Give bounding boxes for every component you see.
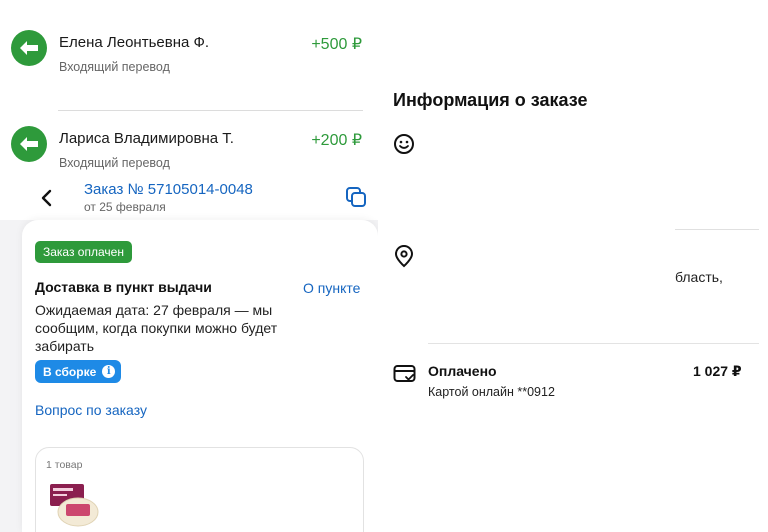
transfer-type: Входящий перевод xyxy=(59,60,170,74)
transfer-amount: +200 ₽ xyxy=(311,132,362,149)
transfer-row[interactable]: Елена Леонтьевна Ф. Входящий перевод +50… xyxy=(0,30,370,106)
transfer-amount: +500 ₽ xyxy=(311,36,362,53)
divider xyxy=(675,229,759,230)
status-badge: Заказ оплачен xyxy=(35,241,132,263)
payment-amount: 1 027 ₽ xyxy=(693,363,742,379)
order-question-link[interactable]: Вопрос по заказу xyxy=(35,402,147,418)
order-title: Заказ № 57105014-0048 xyxy=(84,181,253,198)
divider xyxy=(58,110,363,111)
payment-method: Картой онлайн **0912 xyxy=(428,385,555,399)
back-chevron-icon[interactable] xyxy=(36,186,56,210)
items-card[interactable]: 1 товар xyxy=(35,447,364,532)
credit-card-check-icon xyxy=(393,364,417,384)
location-pin-icon xyxy=(393,244,415,268)
payment-status-label: Оплачено xyxy=(428,363,497,379)
order-header: Заказ № 57105014-0048 от 25 февраля xyxy=(0,176,378,220)
transfer-sender-name: Елена Леонтьевна Ф. xyxy=(59,34,210,51)
smile-icon xyxy=(393,133,415,155)
divider xyxy=(428,343,759,344)
product-thumbnail xyxy=(44,476,102,531)
transfer-sender-name: Лариса Владимировна Т. xyxy=(59,130,234,147)
incoming-arrow-icon xyxy=(11,30,47,66)
order-date: от 25 февраля xyxy=(84,200,166,214)
about-pickup-link[interactable]: О пункте xyxy=(303,280,360,296)
delivery-title: Доставка в пункт выдачи xyxy=(35,279,212,295)
transfer-type: Входящий перевод xyxy=(59,156,170,170)
incoming-arrow-icon xyxy=(11,126,47,162)
copy-icon[interactable] xyxy=(345,186,367,208)
expected-date-text: Ожидаемая дата: 27 февраля — мы сообщим,… xyxy=(35,302,278,354)
info-icon: i xyxy=(102,365,116,378)
assembly-badge-label: В сборке xyxy=(43,364,97,379)
order-info-title: Информация о заказе xyxy=(393,90,588,110)
pickup-address-text: бласть, xyxy=(675,269,723,285)
items-count: 1 товар xyxy=(46,459,83,471)
assembly-status-badge[interactable]: В сборке i xyxy=(35,360,122,383)
